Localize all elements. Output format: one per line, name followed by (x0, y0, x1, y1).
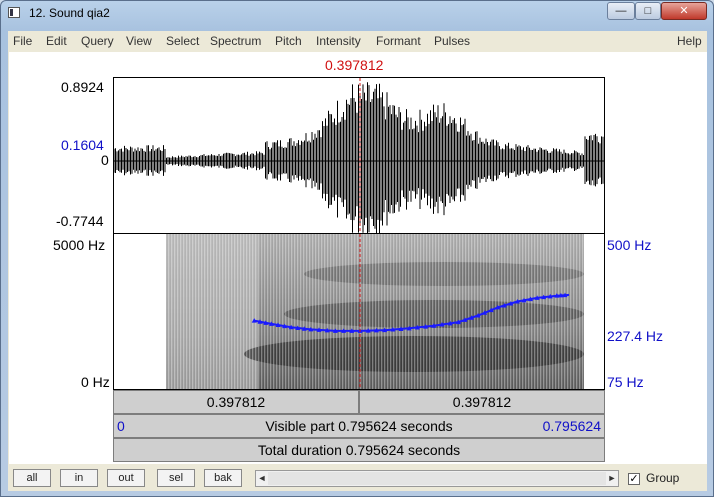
pitch-max-label: 500 Hz (607, 237, 652, 253)
spectrogram-striations (166, 234, 584, 389)
bottom-toolbar: all in out sel bak ◄ ► ✓ Group (8, 464, 707, 491)
scroll-left-icon[interactable]: ◄ (256, 471, 268, 486)
pitch-mid-label: 227.4 Hz (607, 328, 664, 344)
spectrogram-max-label: 5000 Hz (53, 237, 106, 253)
waveform-svg (114, 78, 604, 233)
menu-select[interactable]: Select (166, 34, 199, 48)
title-bar: 12. Sound qia2 — □ ✕ (1, 1, 713, 25)
waveform-max-label: 0.8924 (61, 79, 104, 95)
waveform-zero-label: 0 (101, 152, 109, 168)
spectrogram-svg (166, 234, 584, 389)
spectrogram-min-label: 0 Hz (81, 374, 110, 390)
sound-editor-panel: 0.397812 0.8924 0.1604 0 -0.7744 5000 Hz… (9, 52, 707, 488)
menu-pulses[interactable]: Pulses (434, 34, 470, 48)
horizontal-scrollbar[interactable]: ◄ ► (255, 470, 619, 487)
selection-left-time: 0.397812 (206, 394, 266, 410)
close-button[interactable]: ✕ (661, 2, 707, 20)
waveform-view[interactable] (113, 77, 605, 234)
group-label: Group (646, 471, 680, 485)
window: 12. Sound qia2 — □ ✕ File Edit Query Vie… (0, 0, 714, 497)
menu-intensity[interactable]: Intensity (316, 34, 361, 48)
visible-part-bar[interactable]: 0 Visible part 0.795624 seconds 0.795624 (113, 414, 605, 438)
menu-formant[interactable]: Formant (376, 34, 421, 48)
visible-part-text: Visible part 0.795624 seconds (265, 418, 453, 434)
menu-spectrum[interactable]: Spectrum (210, 34, 261, 48)
editor-client: File Edit Query View Select Spectrum Pit… (8, 31, 707, 491)
menu-bar: File Edit Query View Select Spectrum Pit… (8, 31, 707, 51)
group-checkbox[interactable]: ✓ (628, 473, 640, 485)
scroll-thumb[interactable] (268, 472, 606, 485)
pitch-min-label: 75 Hz (607, 374, 644, 390)
visible-start: 0 (117, 418, 125, 434)
selection-right-bar[interactable]: 0.397812 (359, 390, 605, 414)
selection-left-bar[interactable]: 0.397812 (113, 390, 359, 414)
zoom-back-button[interactable]: bak (204, 469, 242, 487)
menu-pitch[interactable]: Pitch (275, 34, 302, 48)
zoom-out-button[interactable]: out (107, 469, 145, 487)
visible-end: 0.795624 (542, 418, 601, 434)
spectrogram-view[interactable] (113, 234, 605, 390)
total-duration-text: Total duration 0.795624 seconds (257, 442, 461, 458)
minimize-button[interactable]: — (607, 2, 635, 20)
cursor-time-label: 0.397812 (325, 57, 384, 73)
zoom-all-button[interactable]: all (13, 469, 51, 487)
total-duration-bar[interactable]: Total duration 0.795624 seconds (113, 438, 605, 462)
waveform-level-label: 0.1604 (61, 137, 104, 153)
zoom-selection-button[interactable]: sel (157, 469, 195, 487)
scroll-right-icon[interactable]: ► (606, 471, 618, 486)
menu-help[interactable]: Help (677, 34, 702, 48)
app-icon (8, 7, 20, 18)
menu-edit[interactable]: Edit (46, 34, 67, 48)
selection-right-time: 0.397812 (452, 394, 512, 410)
window-title: 12. Sound qia2 (29, 6, 110, 20)
menu-file[interactable]: File (13, 34, 32, 48)
zoom-in-button[interactable]: in (60, 469, 98, 487)
waveform-min-label: -0.7744 (56, 213, 104, 229)
menu-view[interactable]: View (126, 34, 152, 48)
menu-query[interactable]: Query (81, 34, 114, 48)
waveform-trace (114, 82, 604, 233)
waveform-path (114, 82, 604, 233)
maximize-button[interactable]: □ (635, 2, 661, 20)
